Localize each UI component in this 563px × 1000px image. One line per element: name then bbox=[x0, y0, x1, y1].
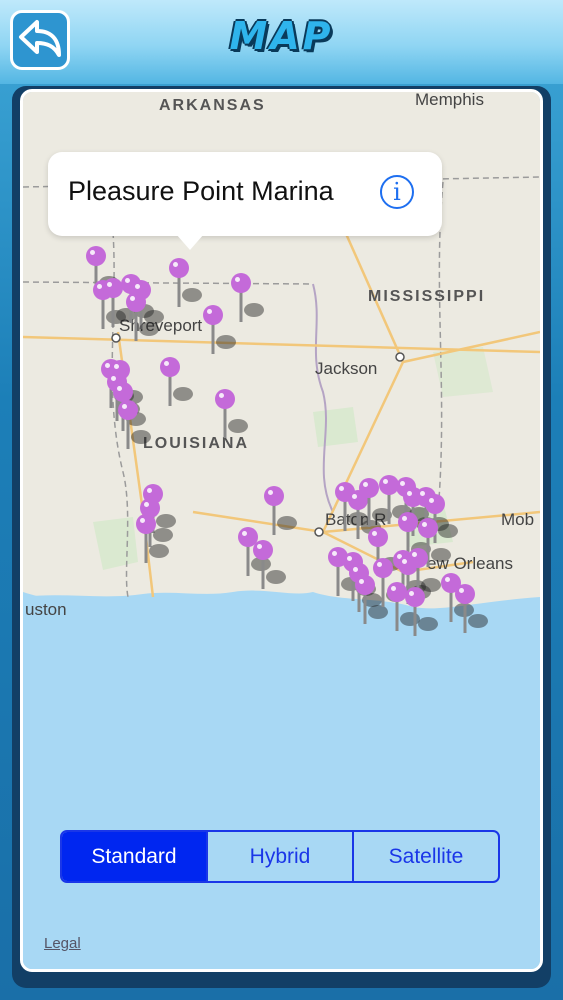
map-type-hybrid[interactable]: Hybrid bbox=[206, 832, 352, 881]
city-label-mobile: Mob bbox=[501, 510, 535, 529]
city-label-houston: uston bbox=[25, 600, 67, 619]
pin-callout[interactable]: Pleasure Point Marina i bbox=[48, 152, 442, 236]
map-pin-icon[interactable] bbox=[168, 257, 202, 319]
map-type-standard[interactable]: Standard bbox=[62, 832, 206, 881]
city-label-memphis: Memphis bbox=[415, 90, 484, 109]
state-label-arkansas: ARKANSAS bbox=[159, 97, 266, 114]
map-pin-icon[interactable] bbox=[214, 388, 248, 450]
map-pin-icon[interactable] bbox=[263, 485, 297, 547]
callout-pointer bbox=[176, 234, 204, 250]
map-pin-icon[interactable] bbox=[202, 304, 236, 366]
map-pin-icon[interactable] bbox=[117, 399, 151, 461]
top-bar: MAP bbox=[0, 0, 563, 84]
legal-link[interactable]: Legal bbox=[44, 935, 81, 952]
info-icon[interactable]: i bbox=[380, 175, 414, 209]
page-title: MAP bbox=[229, 14, 334, 58]
map-pin-icon[interactable] bbox=[135, 513, 169, 575]
map-pin-icon[interactable] bbox=[159, 356, 193, 418]
map-pin-icon[interactable] bbox=[454, 583, 488, 645]
state-label-mississippi: MISSISSIPPI bbox=[368, 288, 486, 305]
callout-title: Pleasure Point Marina bbox=[68, 176, 334, 206]
map-type-selector[interactable]: Standard Hybrid Satellite bbox=[60, 830, 500, 883]
city-label-jackson: Jackson bbox=[315, 359, 378, 378]
map-pin-icon[interactable] bbox=[404, 586, 438, 648]
map-pin-icon[interactable] bbox=[125, 291, 159, 353]
map-pin-icon[interactable] bbox=[252, 539, 286, 601]
map-type-satellite[interactable]: Satellite bbox=[352, 832, 498, 881]
